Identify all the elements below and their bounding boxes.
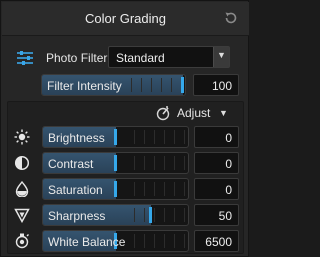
- saturation-slider[interactable]: Saturation: [42, 178, 189, 200]
- droplet-icon: [15, 181, 29, 197]
- reset-icon[interactable]: [223, 10, 239, 26]
- saturation-value-text: 0: [225, 183, 232, 197]
- sharpness-triangle-icon: [14, 208, 30, 223]
- sharpness-value[interactable]: 50: [194, 204, 239, 226]
- saturation-label: Saturation: [48, 183, 103, 197]
- thermometer-icon: [15, 233, 29, 249]
- white-balance-value-text: 6500: [205, 235, 232, 249]
- sharpness-value-text: 50: [218, 209, 232, 223]
- adjust-wand-icon: [156, 106, 170, 121]
- filter-intensity-row: Filter Intensity 100: [29, 74, 239, 96]
- slider-ticks: [122, 78, 184, 92]
- adjust-row-brightness: Brightness 0: [8, 126, 245, 148]
- slider-thumb[interactable]: [114, 181, 117, 197]
- slider-thumb[interactable]: [114, 129, 117, 145]
- photo-filter-value: Standard: [116, 51, 165, 65]
- brightness-value[interactable]: 0: [194, 126, 239, 148]
- contrast-value-text: 0: [225, 157, 232, 171]
- sharpness-label: Sharpness: [48, 209, 106, 223]
- adjust-row-saturation: Saturation 0: [8, 178, 245, 200]
- filter-intensity-label: Filter Intensity: [47, 79, 122, 93]
- white-balance-value[interactable]: 6500: [194, 230, 239, 252]
- brightness-slider[interactable]: Brightness: [42, 126, 189, 148]
- filter-intensity-value-text: 100: [211, 79, 232, 93]
- adjust-label: Adjust: [177, 106, 211, 120]
- photo-filter-label: Photo Filter: [46, 51, 108, 65]
- slider-ticks: [125, 234, 187, 248]
- adjust-menu[interactable]: Adjust ▼: [155, 104, 231, 122]
- color-grading-panel: Color Grading Photo Filter Standard ▼ Fi…: [0, 0, 249, 257]
- filter-intensity-slider[interactable]: Filter Intensity: [41, 74, 186, 96]
- photo-filter-row: Photo Filter Standard ▼: [2, 43, 249, 71]
- slider-thumb[interactable]: [181, 77, 184, 93]
- sharpness-slider[interactable]: Sharpness: [42, 204, 189, 226]
- filter-intensity-value[interactable]: 100: [193, 74, 239, 96]
- slider-thumb[interactable]: [149, 207, 152, 223]
- sun-icon: [14, 129, 30, 145]
- caret-down-icon: ▼: [219, 108, 228, 118]
- saturation-value[interactable]: 0: [194, 178, 239, 200]
- dropdown-button[interactable]: ▼: [213, 47, 229, 67]
- panel-header: Color Grading: [2, 2, 249, 36]
- adjust-row-white-balance: White Balance 6500: [8, 230, 245, 252]
- slider-ticks: [125, 130, 187, 144]
- slider-ticks: [125, 156, 187, 170]
- slider-ticks: [125, 208, 187, 222]
- slider-thumb[interactable]: [114, 155, 117, 171]
- adjust-section: Adjust ▼ Brightness 0 Contrast 0 Saturat…: [7, 101, 244, 254]
- brightness-label: Brightness: [48, 131, 105, 145]
- photo-filter-select[interactable]: Standard ▼: [108, 46, 230, 68]
- contrast-slider[interactable]: Contrast: [42, 152, 189, 174]
- brightness-value-text: 0: [225, 131, 232, 145]
- white-balance-label: White Balance: [48, 235, 126, 249]
- contrast-label: Contrast: [48, 157, 94, 171]
- slider-ticks: [125, 182, 187, 196]
- contrast-value[interactable]: 0: [194, 152, 239, 174]
- adjust-row-contrast: Contrast 0: [8, 152, 245, 174]
- white-balance-slider[interactable]: White Balance: [42, 230, 189, 252]
- panel-title: Color Grading: [85, 11, 166, 26]
- sliders-icon: [17, 51, 33, 65]
- adjust-row-sharpness: Sharpness 50: [8, 204, 245, 226]
- caret-down-icon: ▼: [217, 50, 226, 60]
- contrast-icon: [14, 155, 30, 171]
